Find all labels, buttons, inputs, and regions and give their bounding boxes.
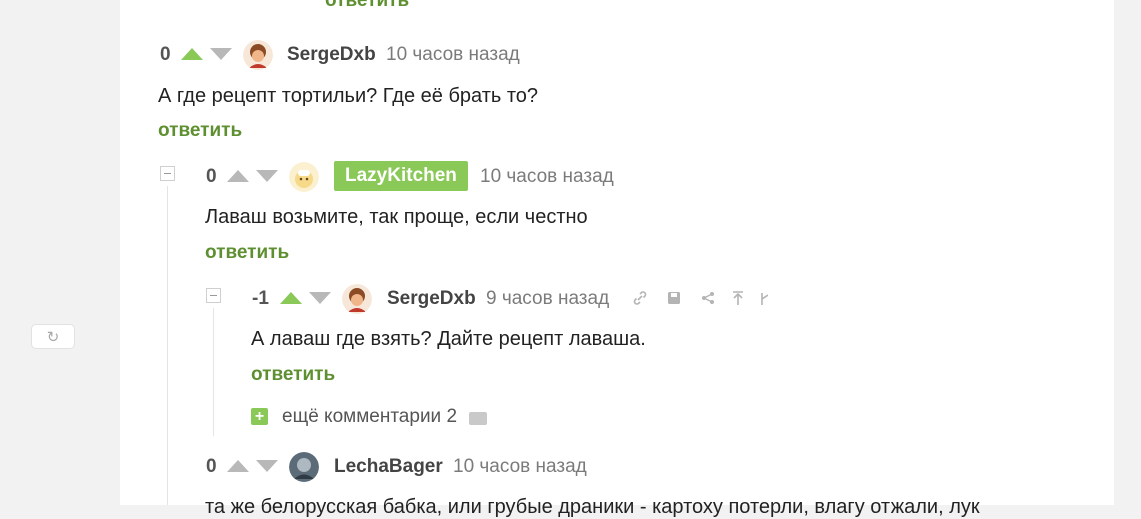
comment-author[interactable]: SergeDxb bbox=[287, 44, 376, 66]
expand-icon[interactable]: + bbox=[251, 408, 268, 425]
reply-link[interactable]: ответить bbox=[325, 0, 409, 12]
avatar[interactable] bbox=[289, 452, 319, 482]
thread-line[interactable] bbox=[213, 308, 214, 436]
arrow-up-icon[interactable] bbox=[730, 290, 746, 309]
avatar[interactable] bbox=[243, 40, 273, 70]
author-badge[interactable]: LazyKitchen bbox=[334, 161, 468, 191]
downvote-icon[interactable] bbox=[210, 48, 232, 60]
comment-text: Лаваш возьмите, так проще, если честно bbox=[205, 206, 588, 228]
comment-author[interactable]: LechaBager bbox=[334, 456, 443, 478]
comment-rating: 0 bbox=[206, 456, 217, 477]
comment-author[interactable]: SergeDxb bbox=[387, 288, 476, 310]
downvote-icon[interactable] bbox=[256, 170, 278, 182]
comments-card: ответить 0 SergeDxb 10 часов назад А где… bbox=[120, 0, 1114, 518]
collapse-button[interactable] bbox=[160, 166, 175, 181]
upvote-icon[interactable] bbox=[227, 170, 249, 182]
comment-time[interactable]: 10 часов назад bbox=[453, 456, 587, 478]
link-icon[interactable] bbox=[632, 290, 648, 309]
reply-link[interactable]: ответить bbox=[158, 120, 242, 142]
comment-time[interactable]: 9 часов назад bbox=[486, 288, 609, 310]
comment-rating: 0 bbox=[206, 166, 217, 187]
comments-bubble-icon bbox=[469, 412, 487, 425]
thread-line[interactable] bbox=[167, 186, 168, 505]
comment-text: та же белорусская бабка, или грубые дран… bbox=[205, 496, 980, 518]
comment-text: А где рецепт тортильи? Где её брать то? bbox=[158, 85, 539, 107]
reply-link[interactable]: ответить bbox=[205, 242, 289, 264]
comment-time[interactable]: 10 часов назад bbox=[480, 166, 614, 188]
downvote-icon[interactable] bbox=[256, 460, 278, 472]
avatar[interactable] bbox=[289, 162, 319, 192]
comment-text: А лаваш где взять? Дайте рецепт лаваша. bbox=[251, 328, 646, 350]
share-icon[interactable] bbox=[700, 290, 716, 309]
comment-time[interactable]: 10 часов назад bbox=[386, 44, 520, 66]
avatar[interactable] bbox=[342, 284, 372, 314]
more-comments-link[interactable]: ещё комментарии 2 bbox=[282, 406, 457, 428]
save-icon[interactable] bbox=[666, 290, 682, 309]
reply-link[interactable]: ответить bbox=[251, 364, 335, 386]
more-icon[interactable] bbox=[760, 290, 768, 309]
collapse-button[interactable] bbox=[206, 288, 221, 303]
upvote-icon[interactable] bbox=[227, 460, 249, 472]
comment-rating: 0 bbox=[160, 44, 171, 65]
upvote-icon[interactable] bbox=[181, 48, 203, 60]
comment-rating: -1 bbox=[252, 288, 269, 309]
refresh-icon: ↻ bbox=[46, 328, 60, 346]
refresh-button[interactable]: ↻ bbox=[31, 324, 75, 349]
more-comments-label: ещё комментарии bbox=[282, 406, 442, 427]
more-comments-count: 2 bbox=[446, 406, 458, 427]
upvote-icon[interactable] bbox=[280, 292, 302, 304]
downvote-icon[interactable] bbox=[309, 292, 331, 304]
